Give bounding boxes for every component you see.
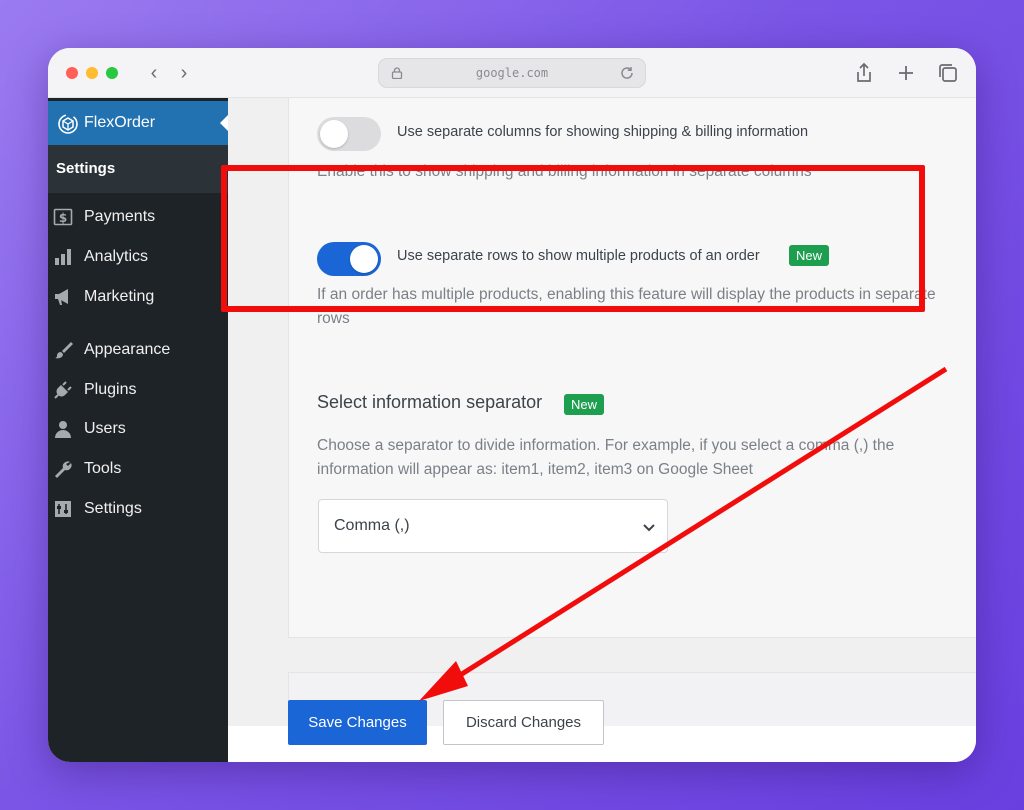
separate-columns-label: Use separate columns for showing shippin…: [397, 124, 809, 140]
sidebar-item-settings[interactable]: Settings: [48, 491, 228, 527]
sidebar-item-label: Users: [84, 420, 126, 437]
sidebar-item-appearance[interactable]: Appearance: [48, 332, 228, 368]
minimize-window-button[interactable]: [86, 67, 98, 79]
bar-chart-icon: [55, 249, 71, 265]
sidebar-item-payments[interactable]: $ Payments: [48, 199, 228, 235]
back-button[interactable]: ‹: [144, 61, 164, 85]
sidebar-item-flexorder[interactable]: FlexOrder: [48, 101, 228, 145]
address-bar[interactable]: google.com: [378, 58, 646, 88]
sidebar-item-plugins[interactable]: Plugins: [48, 372, 228, 408]
separator-description-line2: information will appear as: item1, item2…: [317, 461, 753, 478]
separate-columns-toggle[interactable]: [317, 117, 381, 151]
dollar-icon: $: [53, 208, 73, 226]
sidebar-item-label: Plugins: [84, 381, 137, 398]
sidebar-item-label: Settings: [84, 500, 142, 517]
paintbrush-icon: [55, 342, 73, 359]
svg-text:$: $: [59, 211, 67, 225]
separator-selected-value: Comma (,): [334, 517, 410, 534]
flexorder-logo-icon: [58, 114, 78, 134]
discard-changes-button[interactable]: Discard Changes: [443, 700, 604, 745]
chevron-down-icon: [643, 524, 655, 532]
settings-icon: [55, 501, 71, 517]
save-changes-button[interactable]: Save Changes: [288, 700, 427, 745]
sidebar-brand-label: FlexOrder: [84, 114, 156, 131]
sidebar-item-marketing[interactable]: Marketing: [48, 279, 228, 315]
sidebar-item-label: Marketing: [84, 288, 155, 305]
megaphone-icon: [55, 289, 68, 305]
submenu-settings[interactable]: Settings: [48, 145, 228, 193]
reload-icon[interactable]: [619, 65, 635, 81]
submenu-settings-label: Settings: [56, 160, 116, 177]
wrench-icon: [55, 461, 72, 478]
admin-sidebar: FlexOrder Settings $ Payments Analytics: [48, 98, 228, 762]
sidebar-item-tools[interactable]: Tools: [48, 451, 228, 487]
forward-button[interactable]: ›: [174, 61, 194, 85]
lock-icon: [391, 67, 403, 79]
plug-icon: [54, 381, 72, 399]
share-icon[interactable]: [852, 61, 876, 85]
toggle-knob: [320, 120, 348, 148]
sidebar-item-label: Analytics: [84, 248, 149, 265]
separator-select[interactable]: Comma (,): [318, 499, 668, 553]
separator-section-title: Select information separator: [317, 392, 543, 412]
new-tab-icon[interactable]: [894, 61, 918, 85]
sidebar-item-analytics[interactable]: Analytics: [48, 239, 228, 275]
close-window-button[interactable]: [66, 67, 78, 79]
user-icon: [55, 421, 71, 438]
browser-titlebar: ‹ › google.com: [48, 48, 976, 98]
sidebar-item-users[interactable]: Users: [48, 411, 228, 447]
url-text: google.com: [475, 66, 549, 80]
maximize-window-button[interactable]: [106, 67, 118, 79]
active-indicator: [220, 115, 228, 131]
sidebar-item-label: Payments: [84, 208, 156, 225]
sidebar-item-label: Appearance: [84, 341, 171, 358]
sidebar-item-label: Tools: [84, 460, 122, 477]
tabs-overview-icon[interactable]: [936, 61, 960, 85]
highlight-box: [221, 165, 925, 312]
new-badge: New: [564, 394, 605, 415]
separator-description-line1: Choose a separator to divide information…: [317, 437, 895, 454]
browser-window: ‹ › google.com FlexOrder Settings $ Paym…: [48, 48, 976, 762]
